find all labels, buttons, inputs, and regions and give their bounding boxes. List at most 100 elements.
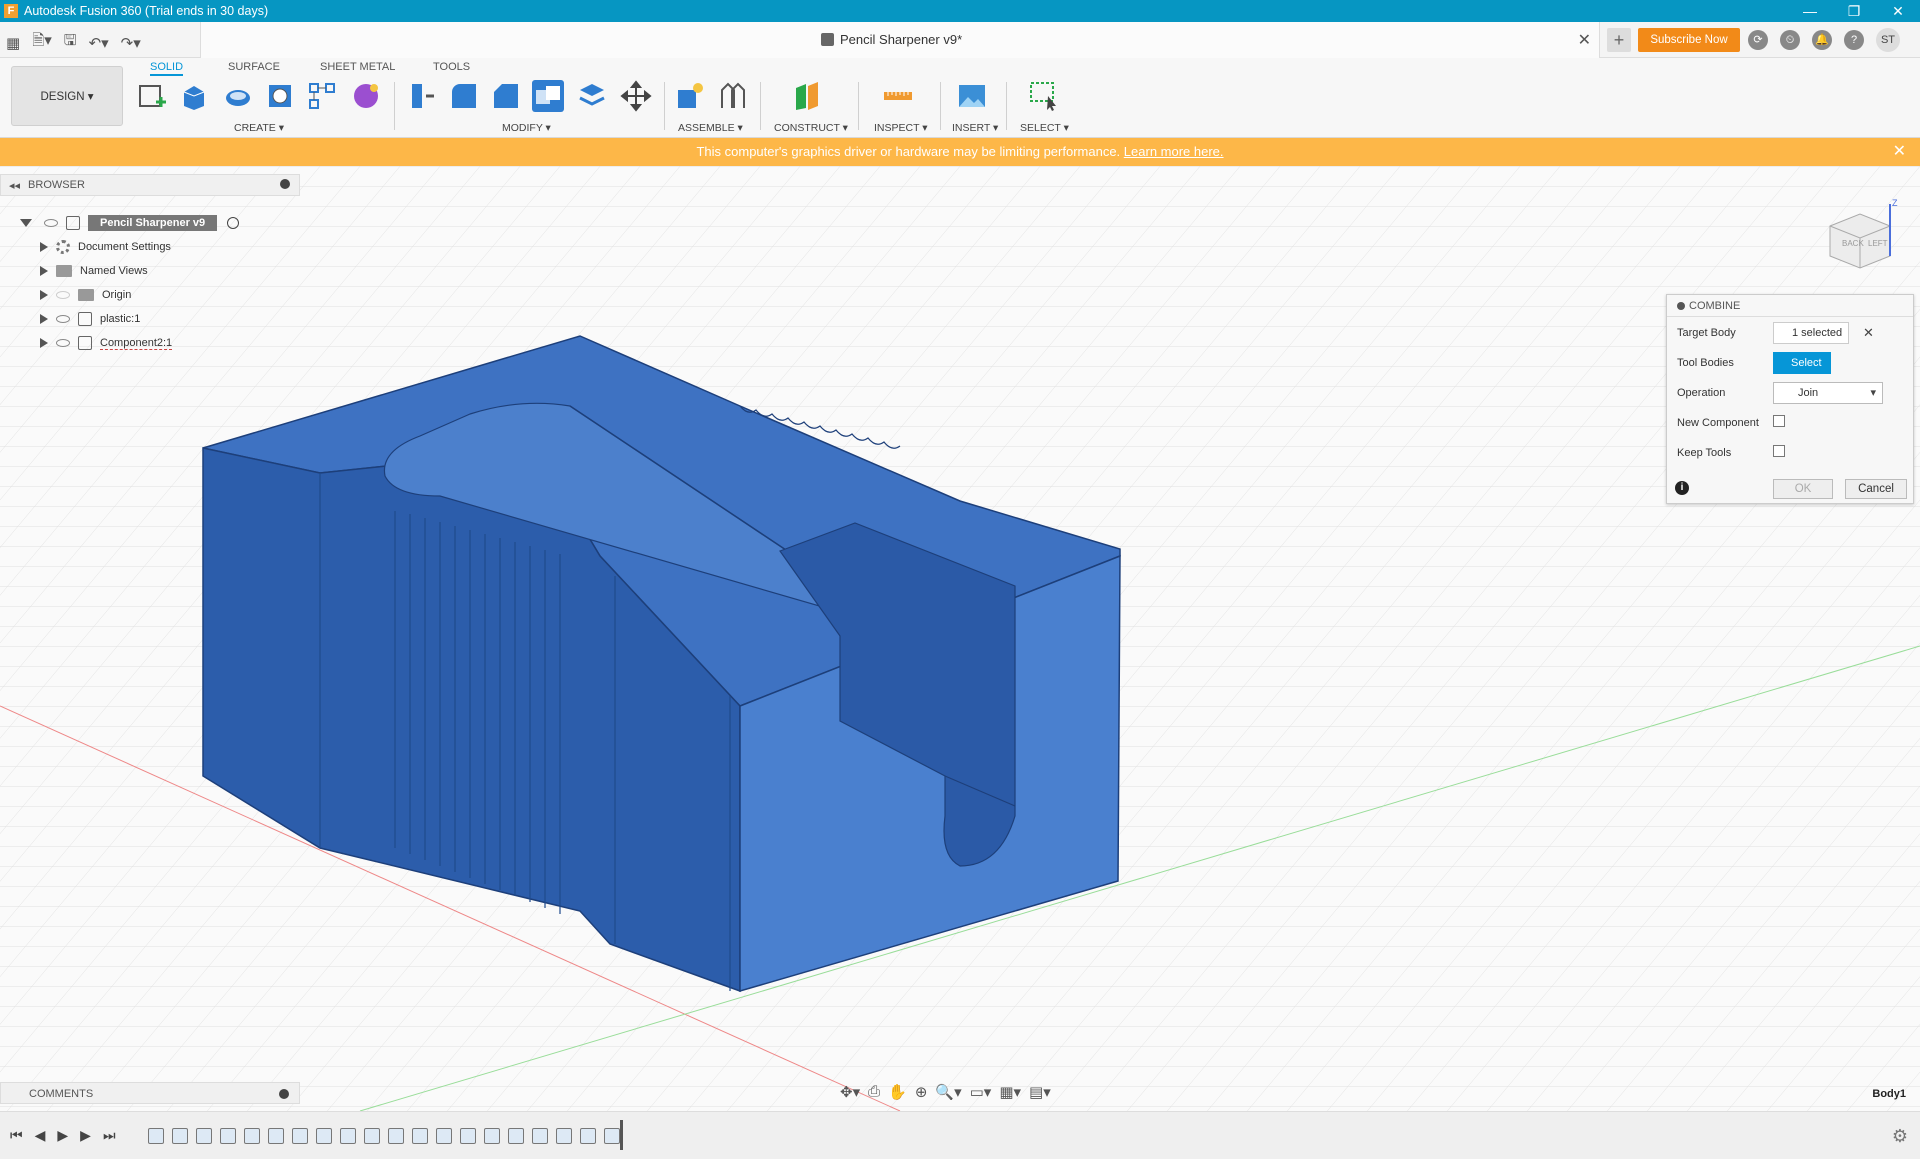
collapse-browser-icon[interactable]: ◂◂ [9,179,20,192]
user-avatar[interactable]: ST [1876,28,1900,52]
browser-header[interactable]: ◂◂ BROWSER [0,174,300,196]
timeline-feature[interactable] [268,1128,284,1144]
timeline-feature[interactable] [148,1128,164,1144]
timeline-feature[interactable] [556,1128,572,1144]
timeline-feature[interactable] [316,1128,332,1144]
measure-icon[interactable] [882,80,914,112]
fit-icon[interactable]: 🔍▾ [935,1083,961,1101]
new-component-checkbox[interactable] [1773,415,1785,427]
timeline-marker[interactable] [620,1120,623,1150]
step-forward-icon[interactable]: ▶ [80,1127,91,1144]
tab-tools[interactable]: TOOLS [433,58,470,76]
select-window-icon[interactable] [1028,80,1060,112]
document-tab[interactable]: Pencil Sharpener v9* ✕ [200,22,1600,58]
timeline-feature[interactable] [292,1128,308,1144]
restore-button[interactable]: ❐ [1832,0,1876,22]
expand-icon[interactable] [40,290,48,300]
comments-pin-icon[interactable] [279,1089,289,1099]
visibility-eye-icon[interactable] [56,315,70,323]
inspect-menu[interactable]: INSPECT ▾ [874,122,928,134]
expand-icon[interactable] [40,314,48,324]
minimize-button[interactable]: — [1788,0,1832,22]
orbit-icon[interactable]: ✥▾ [840,1083,860,1101]
go-to-end-icon[interactable]: ⏭ [103,1127,116,1144]
step-back-icon[interactable]: ◀ [35,1127,46,1144]
viewports-icon[interactable]: ▤▾ [1029,1083,1051,1101]
close-window-button[interactable]: ✕ [1876,0,1920,22]
pattern-icon[interactable] [306,80,338,112]
timeline-feature[interactable] [244,1128,260,1144]
fillet-icon[interactable] [448,80,480,112]
workspace-switcher[interactable]: DESIGN ▾ [11,66,123,126]
timeline-feature[interactable] [508,1128,524,1144]
root-component-label[interactable]: Pencil Sharpener v9 [88,215,218,231]
new-component-icon[interactable] [674,80,706,112]
save-icon[interactable]: 🖫 [64,30,77,55]
timeline-feature[interactable] [388,1128,404,1144]
timeline-settings-icon[interactable]: ⚙ [1892,1126,1908,1147]
tree-item-plastic[interactable]: plastic:1 [40,308,140,330]
tree-item-origin[interactable]: Origin [40,284,131,306]
combine-dialog-title[interactable]: COMBINE [1667,295,1913,317]
chamfer-icon[interactable] [490,80,522,112]
expand-root-icon[interactable] [20,219,32,227]
close-document-icon[interactable]: ✕ [1578,30,1591,50]
offset-plane-icon[interactable] [792,80,824,112]
expand-icon[interactable] [40,338,48,348]
timeline-feature[interactable] [484,1128,500,1144]
timeline-feature[interactable] [436,1128,452,1144]
timeline-feature[interactable] [412,1128,428,1144]
activate-radio-icon[interactable] [227,217,240,229]
extrude-icon[interactable] [178,80,210,112]
modify-menu[interactable]: MODIFY ▾ [502,122,551,134]
canvas-viewport[interactable]: BACK LEFT Z [0,166,1920,1111]
target-body-selection[interactable]: 1 selected [1773,322,1849,344]
visibility-eye-icon[interactable] [56,291,70,299]
select-menu[interactable]: SELECT ▾ [1020,122,1069,134]
insert-menu[interactable]: INSERT ▾ [952,122,998,134]
timeline-feature[interactable] [172,1128,188,1144]
timeline-feature[interactable] [364,1128,380,1144]
subscribe-now-button[interactable]: Subscribe Now [1638,28,1740,52]
tool-bodies-select-button[interactable]: Select [1773,352,1831,374]
visibility-eye-icon[interactable] [44,219,58,227]
tab-solid[interactable]: SOLID [150,58,184,76]
combine-icon[interactable] [532,80,564,112]
create-form-icon[interactable] [350,80,382,112]
browser-pin-icon[interactable] [280,179,290,189]
comments-panel[interactable]: COMMENTS [0,1082,300,1104]
assemble-menu[interactable]: ASSEMBLE ▾ [678,122,743,134]
timeline-feature[interactable] [532,1128,548,1144]
tab-sheet-metal[interactable]: SHEET METAL [320,58,395,76]
tab-surface[interactable]: SURFACE [228,58,280,76]
shell-icon[interactable] [576,80,608,112]
tree-item-component2[interactable]: Component2:1 [40,332,173,354]
expand-icon[interactable] [40,266,48,276]
pan-icon[interactable]: ✋ [888,1083,907,1101]
tree-item-document-settings[interactable]: Document Settings [40,236,171,258]
operation-dropdown[interactable]: Join [1773,382,1883,404]
undo-icon[interactable]: ↶▾ [89,34,109,52]
cancel-button[interactable]: Cancel [1845,479,1907,499]
ok-button[interactable]: OK [1773,479,1833,499]
keep-tools-checkbox[interactable] [1773,445,1785,457]
expand-icon[interactable] [40,242,48,252]
timeline-feature[interactable] [196,1128,212,1144]
file-menu-icon[interactable]: 🗎▾ [32,30,52,55]
go-to-start-icon[interactable]: ⏮ [10,1127,23,1144]
move-copy-icon[interactable] [620,80,652,112]
view-cube[interactable]: BACK LEFT Z [1820,196,1900,276]
timeline-feature[interactable] [580,1128,596,1144]
notifications-icon[interactable]: 🔔 [1812,30,1832,50]
display-settings-icon[interactable]: ▭▾ [970,1083,992,1101]
new-tab-button[interactable]: + [1607,28,1631,52]
zoom-icon[interactable]: ⊕ [915,1083,928,1101]
grid-settings-icon[interactable]: ▦▾ [999,1083,1021,1101]
help-icon[interactable]: ? [1844,30,1864,50]
insert-image-icon[interactable] [956,80,988,112]
clear-selection-icon[interactable]: ✕ [1863,325,1874,341]
create-menu[interactable]: CREATE ▾ [234,122,284,134]
press-pull-icon[interactable] [404,80,436,112]
revolve-icon[interactable] [222,80,254,112]
info-icon[interactable]: i [1675,481,1689,495]
